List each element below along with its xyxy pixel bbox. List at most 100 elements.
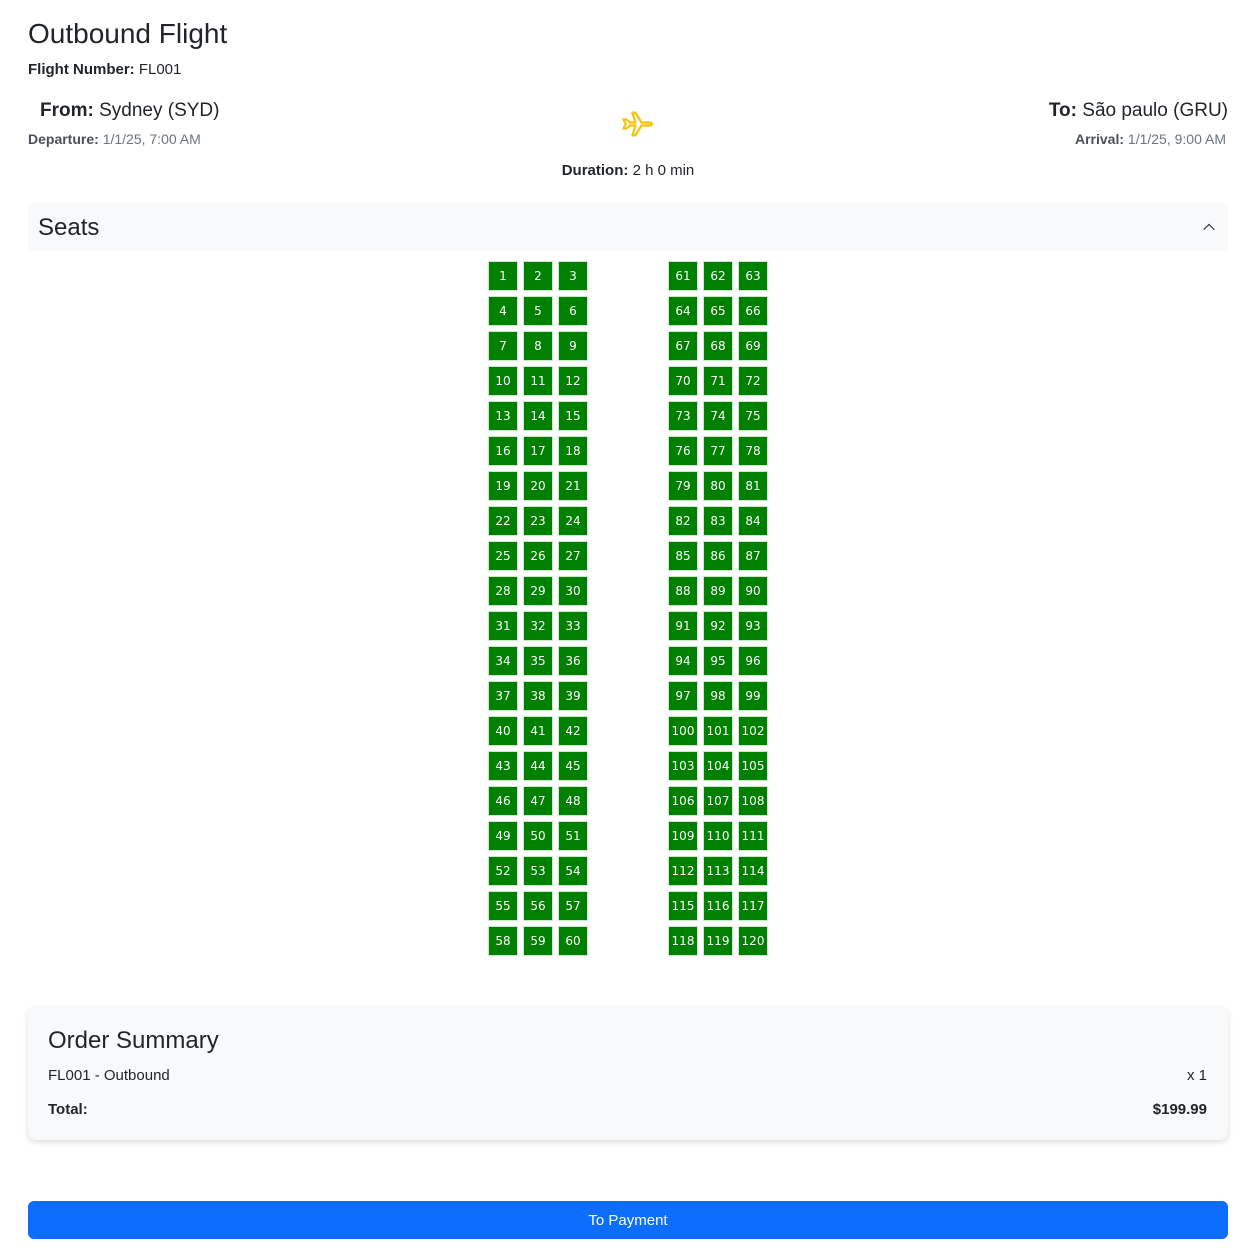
seat-button[interactable]: 9 [558,331,588,361]
seat-button[interactable]: 78 [738,436,768,466]
seat-button[interactable]: 37 [488,681,518,711]
seat-button[interactable]: 73 [668,401,698,431]
seat-button[interactable]: 52 [488,856,518,886]
seat-button[interactable]: 61 [668,261,698,291]
seat-button[interactable]: 43 [488,751,518,781]
seat-button[interactable]: 54 [558,856,588,886]
seat-button[interactable]: 50 [523,821,553,851]
seat-button[interactable]: 106 [668,786,698,816]
seat-button[interactable]: 30 [558,576,588,606]
seat-button[interactable]: 28 [488,576,518,606]
seat-button[interactable]: 45 [558,751,588,781]
seat-button[interactable]: 51 [558,821,588,851]
seat-button[interactable]: 96 [738,646,768,676]
seat-button[interactable]: 81 [738,471,768,501]
seat-button[interactable]: 44 [523,751,553,781]
seat-button[interactable]: 97 [668,681,698,711]
seat-button[interactable]: 71 [703,366,733,396]
seat-button[interactable]: 3 [558,261,588,291]
seat-button[interactable]: 93 [738,611,768,641]
seat-button[interactable]: 107 [703,786,733,816]
seat-button[interactable]: 80 [703,471,733,501]
seat-button[interactable]: 109 [668,821,698,851]
seat-button[interactable]: 119 [703,926,733,956]
seat-button[interactable]: 72 [738,366,768,396]
seat-button[interactable]: 12 [558,366,588,396]
seat-button[interactable]: 40 [488,716,518,746]
seat-button[interactable]: 29 [523,576,553,606]
seat-button[interactable]: 103 [668,751,698,781]
seat-button[interactable]: 79 [668,471,698,501]
seat-button[interactable]: 67 [668,331,698,361]
seat-button[interactable]: 1 [488,261,518,291]
seats-accordion-toggle[interactable]: Seats [28,203,1228,251]
seat-button[interactable]: 90 [738,576,768,606]
seat-button[interactable]: 26 [523,541,553,571]
seat-button[interactable]: 42 [558,716,588,746]
seat-button[interactable]: 13 [488,401,518,431]
seat-button[interactable]: 39 [558,681,588,711]
seat-button[interactable]: 69 [738,331,768,361]
seat-button[interactable]: 25 [488,541,518,571]
seat-button[interactable]: 74 [703,401,733,431]
seat-button[interactable]: 33 [558,611,588,641]
seat-button[interactable]: 53 [523,856,553,886]
seat-button[interactable]: 85 [668,541,698,571]
seat-button[interactable]: 38 [523,681,553,711]
seat-button[interactable]: 115 [668,891,698,921]
seat-button[interactable]: 62 [703,261,733,291]
seat-button[interactable]: 95 [703,646,733,676]
seat-button[interactable]: 108 [738,786,768,816]
to-payment-button[interactable]: To Payment [28,1201,1228,1239]
seat-button[interactable]: 32 [523,611,553,641]
seat-button[interactable]: 35 [523,646,553,676]
seat-button[interactable]: 101 [703,716,733,746]
seat-button[interactable]: 23 [523,506,553,536]
seat-button[interactable]: 114 [738,856,768,886]
seat-button[interactable]: 5 [523,296,553,326]
seat-button[interactable]: 6 [558,296,588,326]
seat-button[interactable]: 46 [488,786,518,816]
seat-button[interactable]: 2 [523,261,553,291]
seat-button[interactable]: 10 [488,366,518,396]
seat-button[interactable]: 91 [668,611,698,641]
seat-button[interactable]: 98 [703,681,733,711]
seat-button[interactable]: 63 [738,261,768,291]
seat-button[interactable]: 120 [738,926,768,956]
seat-button[interactable]: 49 [488,821,518,851]
seat-button[interactable]: 112 [668,856,698,886]
seat-button[interactable]: 118 [668,926,698,956]
seat-button[interactable]: 19 [488,471,518,501]
seat-button[interactable]: 55 [488,891,518,921]
seat-button[interactable]: 21 [558,471,588,501]
seat-button[interactable]: 92 [703,611,733,641]
seat-button[interactable]: 48 [558,786,588,816]
seat-button[interactable]: 83 [703,506,733,536]
seat-button[interactable]: 36 [558,646,588,676]
seat-button[interactable]: 110 [703,821,733,851]
seat-button[interactable]: 20 [523,471,553,501]
seat-button[interactable]: 27 [558,541,588,571]
seat-button[interactable]: 59 [523,926,553,956]
seat-button[interactable]: 84 [738,506,768,536]
seat-button[interactable]: 22 [488,506,518,536]
seat-button[interactable]: 116 [703,891,733,921]
seat-button[interactable]: 11 [523,366,553,396]
seat-button[interactable]: 56 [523,891,553,921]
seat-button[interactable]: 4 [488,296,518,326]
seat-button[interactable]: 75 [738,401,768,431]
seat-button[interactable]: 94 [668,646,698,676]
seat-button[interactable]: 7 [488,331,518,361]
seat-button[interactable]: 8 [523,331,553,361]
seat-button[interactable]: 70 [668,366,698,396]
seat-button[interactable]: 65 [703,296,733,326]
seat-button[interactable]: 47 [523,786,553,816]
seat-button[interactable]: 57 [558,891,588,921]
seat-button[interactable]: 113 [703,856,733,886]
seat-button[interactable]: 68 [703,331,733,361]
seat-button[interactable]: 111 [738,821,768,851]
seat-button[interactable]: 60 [558,926,588,956]
seat-button[interactable]: 102 [738,716,768,746]
seat-button[interactable]: 34 [488,646,518,676]
seat-button[interactable]: 99 [738,681,768,711]
